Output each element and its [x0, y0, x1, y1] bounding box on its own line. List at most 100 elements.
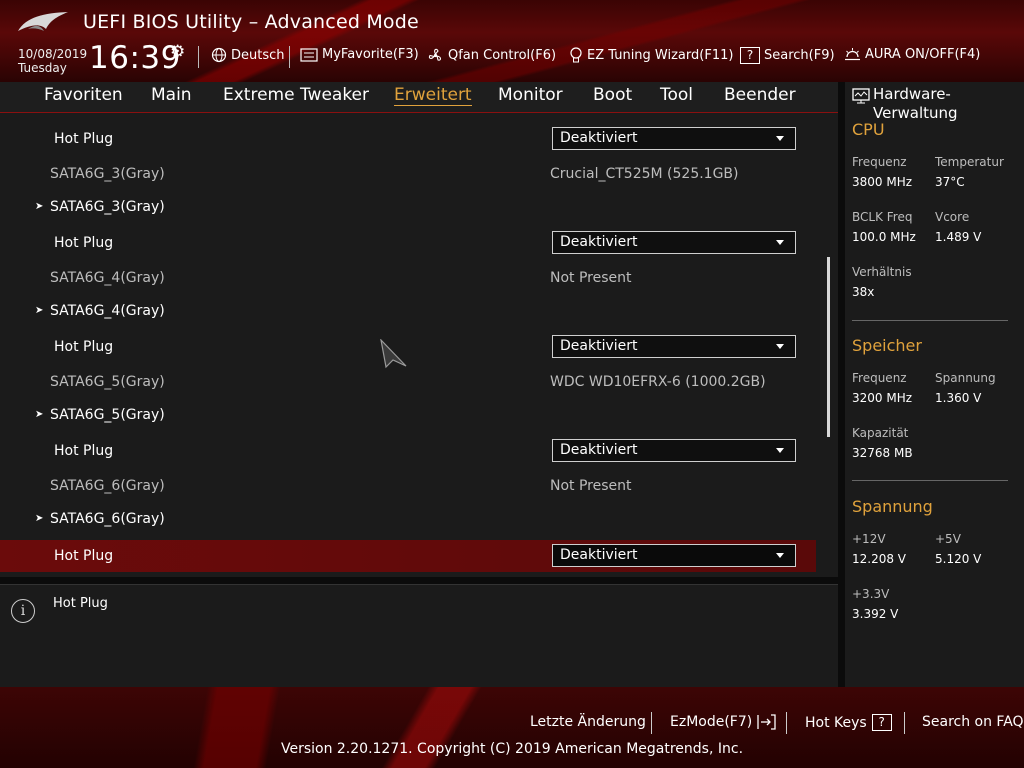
submenu-label: SATA6G_6(Gray)	[50, 511, 165, 527]
header-bar: UEFI BIOS Utility – Advanced Mode 10/08/…	[0, 0, 1024, 82]
date-text: 10/08/2019	[18, 47, 88, 61]
hot-plug-dropdown[interactable]: Deaktiviert	[552, 439, 796, 462]
submenu-row-sata6g-3[interactable]: ➤ SATA6G_3(Gray)	[0, 191, 816, 223]
fan-icon	[428, 48, 442, 61]
hot-plug-dropdown[interactable]: Deaktiviert	[552, 335, 796, 358]
port-label: SATA6G_5(Gray)	[50, 374, 165, 390]
hot-plug-dropdown[interactable]: Deaktiviert	[552, 127, 796, 150]
language-label: Deutsch	[231, 47, 285, 63]
ezmode-button[interactable]: EzMode(F7)	[670, 714, 777, 730]
port-info-row: SATA6G_4(Gray) Not Present	[0, 262, 816, 294]
header-divider	[198, 46, 199, 68]
hot-plug-dropdown[interactable]: Deaktiviert	[552, 231, 796, 254]
setting-label: Hot Plug	[54, 235, 114, 251]
port-label: SATA6G_4(Gray)	[50, 270, 165, 286]
tab-erweitert[interactable]: Erweitert	[394, 85, 472, 106]
port-device-value: Not Present	[550, 270, 632, 286]
search-faq-label: Search on FAQ	[922, 714, 1024, 730]
aura-icon	[845, 48, 860, 61]
tab-monitor[interactable]: Monitor	[498, 85, 563, 105]
setting-row-hot-plug[interactable]: Hot Plug Deaktiviert	[0, 435, 816, 467]
qfan-label: Qfan Control(F6)	[448, 48, 557, 63]
v33-value: 3.392 V	[852, 607, 899, 621]
monitor-icon	[852, 88, 870, 104]
myfavorite-button[interactable]: MyFavorite(F3)	[300, 47, 419, 62]
submenu-arrow-icon: ➤	[35, 513, 44, 524]
cpu-temp-value: 37°C	[935, 175, 965, 189]
dropdown-value: Deaktiviert	[560, 547, 638, 563]
chevron-down-icon	[776, 448, 784, 453]
search-label: Search(F9)	[764, 48, 835, 63]
setting-row-hot-plug-selected[interactable]: Hot Plug Deaktiviert	[0, 540, 816, 572]
tab-favoriten[interactable]: Favoriten	[44, 85, 123, 105]
hw-divider	[852, 320, 1008, 321]
date-display: 10/08/2019 Tuesday	[18, 47, 87, 75]
tab-boot[interactable]: Boot	[593, 85, 632, 105]
last-change-label: Letzte Änderung	[530, 714, 646, 730]
v5-label: +5V	[935, 532, 961, 546]
app-title: UEFI BIOS Utility – Advanced Mode	[83, 11, 419, 33]
submenu-row-sata6g-5[interactable]: ➤ SATA6G_5(Gray)	[0, 399, 816, 431]
aura-button[interactable]: AURA ON/OFF(F4)	[844, 47, 980, 62]
gear-icon[interactable]: ⚙	[170, 42, 185, 62]
footer-divider	[904, 712, 905, 734]
info-icon: i	[11, 599, 35, 623]
dropdown-value: Deaktiviert	[560, 338, 638, 354]
setting-row-hot-plug[interactable]: Hot Plug Deaktiviert	[0, 123, 816, 155]
submenu-row-sata6g-4[interactable]: ➤ SATA6G_4(Gray)	[0, 295, 816, 327]
bclk-value: 100.0 MHz	[852, 230, 916, 244]
ratio-label: Verhältnis	[852, 265, 912, 279]
hw-section-memory: Speicher	[852, 336, 922, 355]
mem-freq-label: Frequenz	[852, 371, 907, 385]
mem-cap-label: Kapazität	[852, 426, 909, 440]
setting-label: Hot Plug	[54, 443, 114, 459]
vcore-label: Vcore	[935, 210, 970, 224]
mouse-cursor-icon	[380, 339, 407, 369]
rog-logo	[18, 12, 68, 31]
hw-section-cpu: CPU	[852, 120, 885, 139]
v5-value: 5.120 V	[935, 552, 982, 566]
setting-row-hot-plug[interactable]: Hot Plug Deaktiviert	[0, 331, 816, 363]
tab-extreme-tweaker[interactable]: Extreme Tweaker	[223, 85, 369, 105]
language-button[interactable]: Deutsch	[211, 47, 285, 63]
setting-label: Hot Plug	[54, 131, 114, 147]
submenu-label: SATA6G_4(Gray)	[50, 303, 165, 319]
tab-beender[interactable]: Beender	[724, 85, 796, 105]
port-label: SATA6G_6(Gray)	[50, 478, 165, 494]
ez-tuning-button[interactable]: EZ Tuning Wizard(F11)	[569, 47, 733, 64]
submenu-arrow-icon: ➤	[35, 305, 44, 316]
help-text: Hot Plug	[53, 596, 108, 611]
setting-label: Hot Plug	[54, 548, 114, 564]
header-divider	[289, 46, 290, 68]
port-label: SATA6G_3(Gray)	[50, 166, 165, 182]
cpu-freq-value: 3800 MHz	[852, 175, 913, 189]
chevron-down-icon	[776, 136, 784, 141]
hot-keys-label: Hot Keys	[805, 714, 867, 731]
favorite-list-icon	[300, 47, 318, 62]
bclk-label: BCLK Freq	[852, 210, 913, 224]
ez-tuning-label: EZ Tuning Wizard(F11)	[587, 48, 734, 63]
submenu-row-sata6g-6[interactable]: ➤ SATA6G_6(Gray)	[0, 503, 816, 535]
submenu-arrow-icon: ➤	[35, 409, 44, 420]
last-change-button[interactable]: Letzte Änderung	[530, 714, 646, 730]
mem-freq-value: 3200 MHz	[852, 391, 913, 405]
exit-arrow-icon	[757, 714, 776, 730]
footer-divider	[786, 712, 787, 734]
qfan-button[interactable]: Qfan Control(F6)	[427, 47, 556, 64]
setting-row-hot-plug[interactable]: Hot Plug Deaktiviert	[0, 227, 816, 259]
myfavorite-label: MyFavorite(F3)	[322, 47, 419, 62]
search-faq-button[interactable]: Search on FAQ	[922, 714, 1024, 730]
tab-main[interactable]: Main	[151, 85, 192, 105]
hw-panel-title: Hardware-Verwaltung	[873, 85, 958, 122]
tab-tool[interactable]: Tool	[660, 85, 693, 105]
search-button[interactable]: ? Search(F9)	[740, 47, 835, 64]
question-box-icon: ?	[871, 714, 892, 731]
footer-bar: Letzte Änderung EzMode(F7) Hot Keys ? Se…	[0, 687, 1024, 768]
hw-section-voltage: Spannung	[852, 497, 933, 516]
port-device-value: Crucial_CT525M (525.1GB)	[550, 166, 739, 182]
hot-plug-dropdown[interactable]: Deaktiviert	[552, 544, 796, 567]
hot-keys-button[interactable]: Hot Keys ?	[805, 714, 892, 731]
settings-scrollbar[interactable]	[827, 257, 830, 437]
cpu-temp-label: Temperatur	[935, 155, 1004, 169]
port-info-row: SATA6G_3(Gray) Crucial_CT525M (525.1GB)	[0, 158, 816, 190]
